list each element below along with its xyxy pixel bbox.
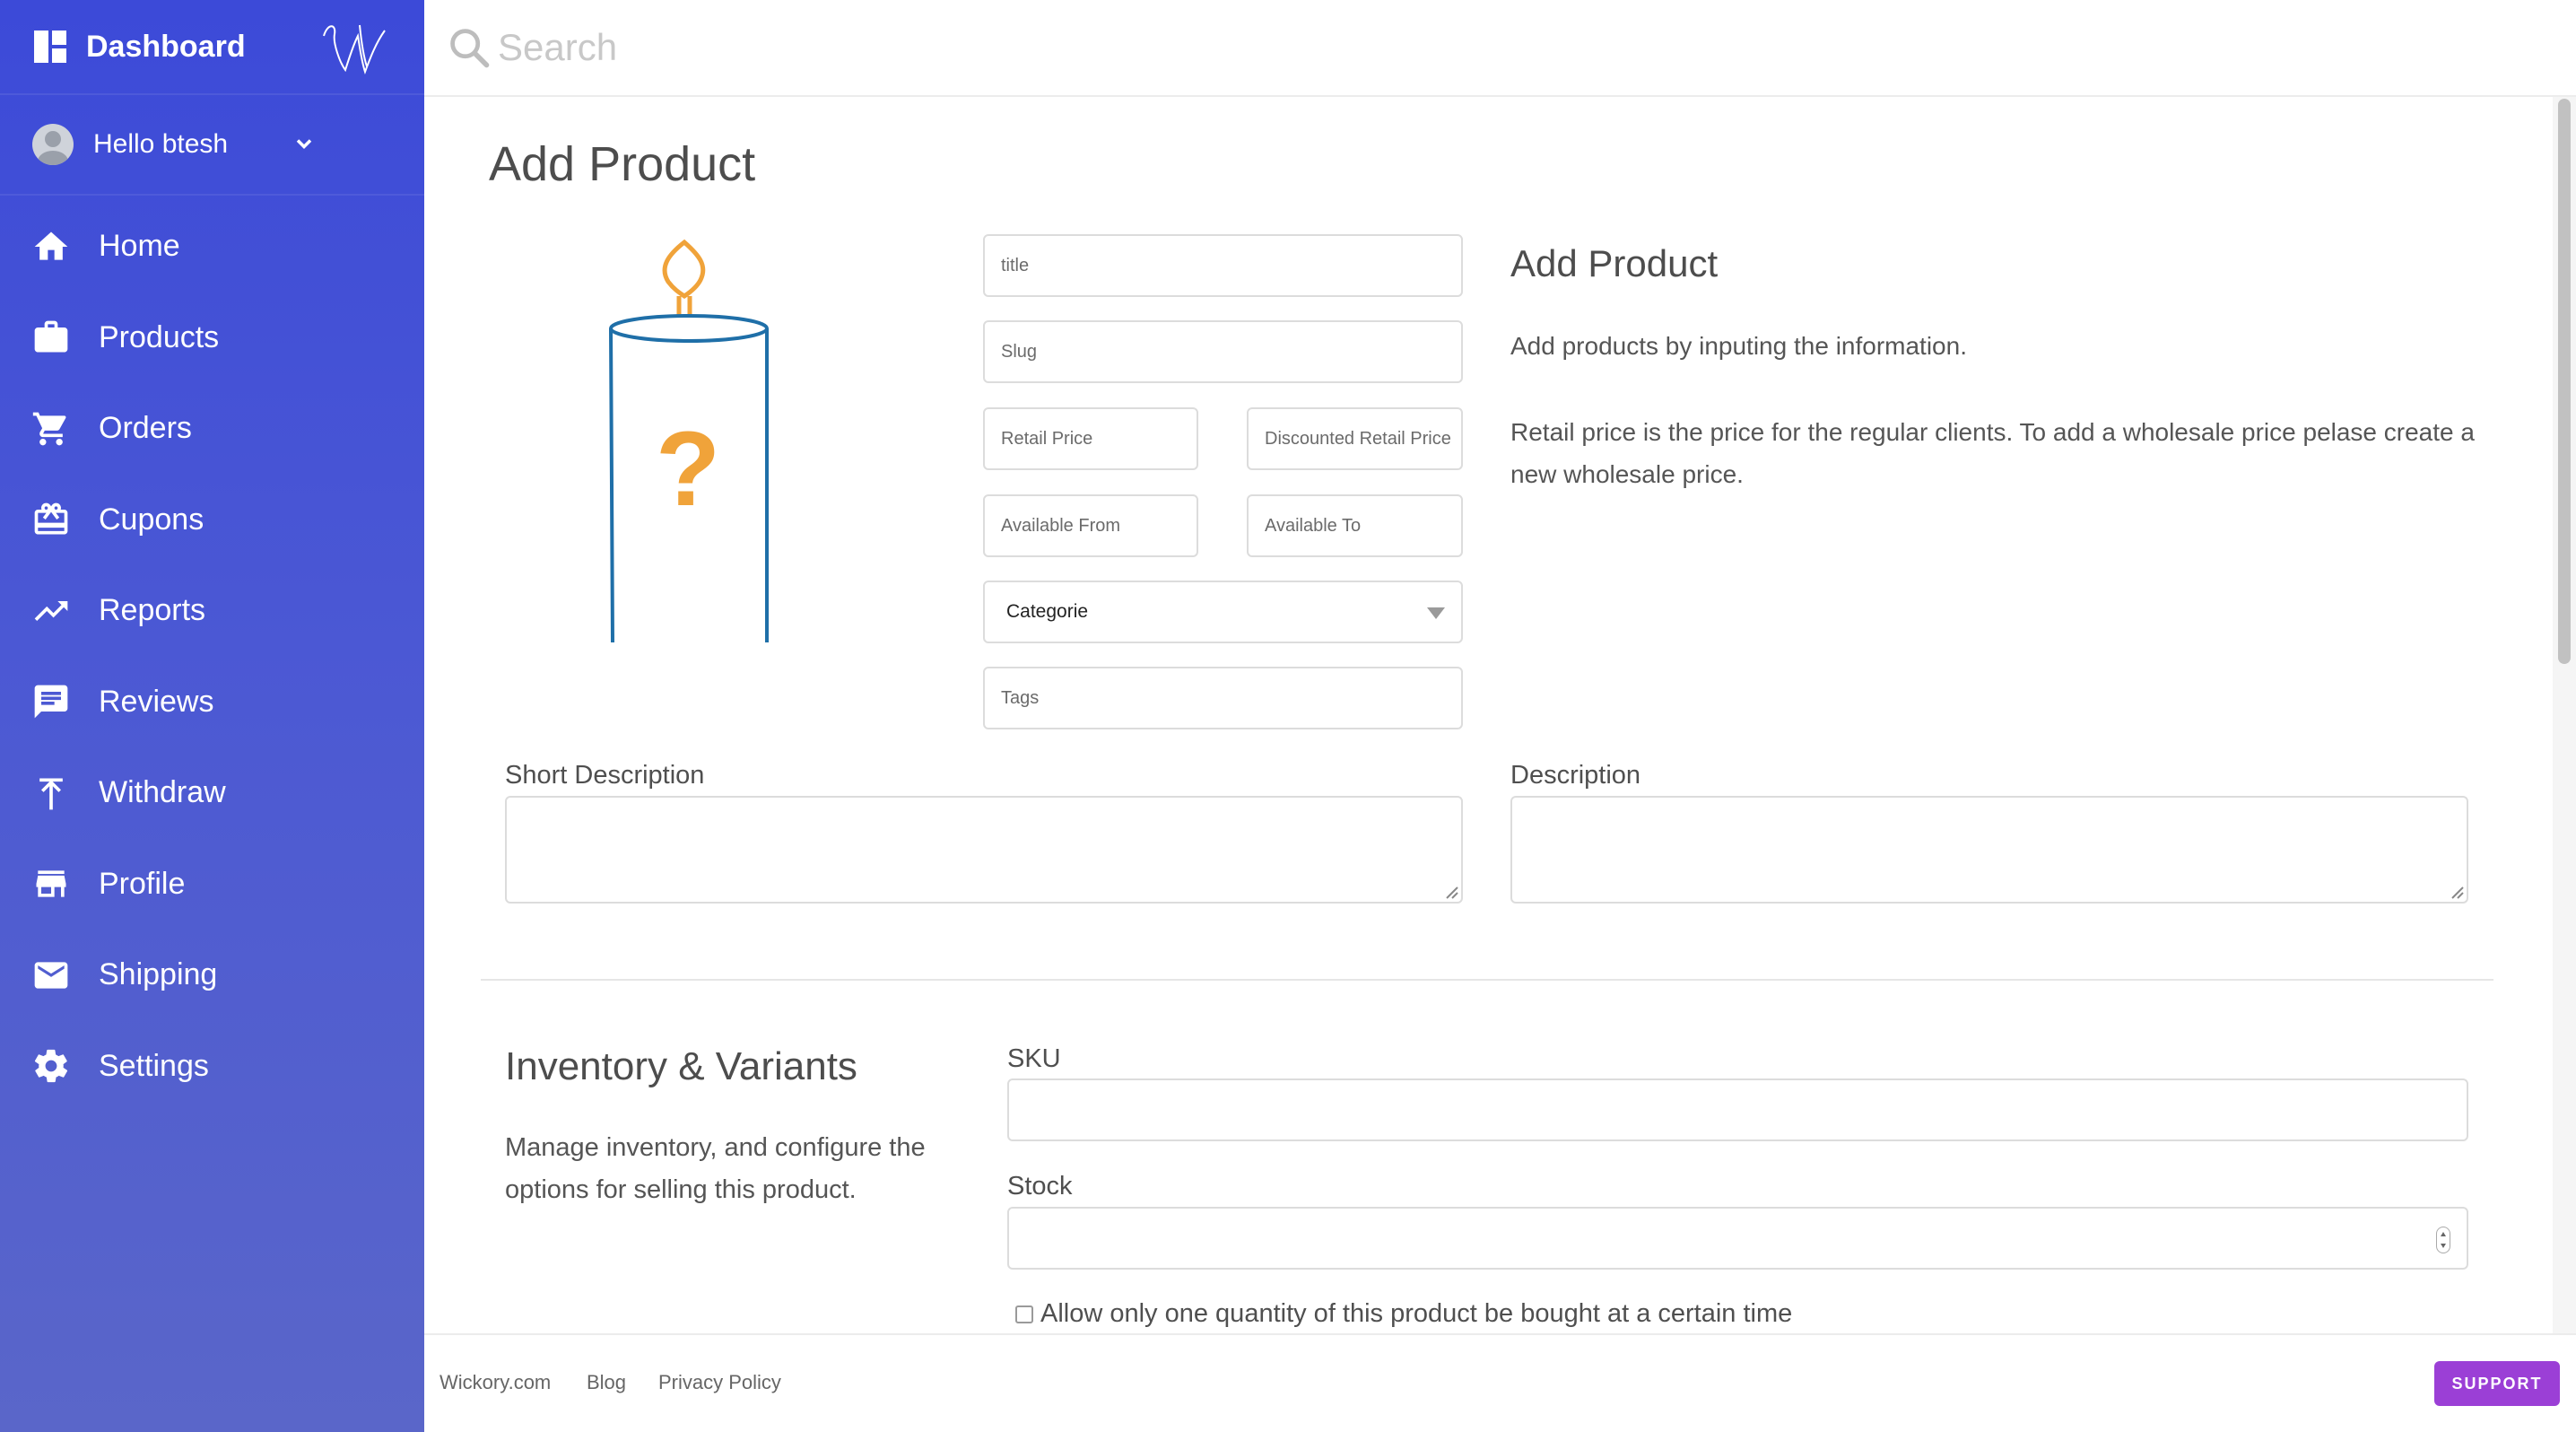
sidebar-item-label: Cupons — [99, 502, 205, 537]
dashboard-icon — [34, 31, 66, 63]
stock-label: Stock — [1007, 1172, 1073, 1201]
sidebar-item-label: Products — [99, 319, 220, 354]
sidebar-item-label: Reviews — [99, 684, 214, 719]
sidebar-item-label: Withdraw — [99, 775, 226, 810]
user-greeting: Hello btesh — [93, 129, 229, 159]
inventory-section-title: Inventory & Variants — [505, 1044, 857, 1088]
description-textarea[interactable] — [1510, 796, 2468, 904]
title-input[interactable] — [983, 234, 1463, 297]
section-divider — [481, 979, 2493, 981]
tags-input[interactable] — [983, 667, 1463, 729]
description-label: Description — [1510, 761, 1641, 790]
trending-up-icon — [30, 590, 72, 632]
available-from-input[interactable] — [983, 494, 1198, 557]
sidebar-item-products[interactable]: Products — [0, 293, 424, 384]
category-select[interactable]: Categorie — [983, 581, 1463, 643]
product-image-placeholder[interactable]: ? — [489, 231, 892, 644]
sidebar-item-label: Orders — [99, 411, 192, 446]
gift-card-icon — [30, 499, 72, 540]
sidebar-item-cupons[interactable]: Cupons — [0, 475, 424, 566]
sidebar-item-label: Reports — [99, 593, 206, 628]
search-input[interactable] — [498, 26, 1126, 69]
single-quantity-checkbox[interactable] — [1015, 1305, 1033, 1323]
store-icon — [30, 863, 72, 904]
gear-icon — [30, 1045, 72, 1087]
single-quantity-label: Allow only one quantity of this product … — [1040, 1299, 1793, 1328]
slug-input[interactable] — [983, 320, 1463, 383]
short-description-textarea[interactable] — [505, 796, 1463, 904]
info-title: Add Product — [1510, 242, 1719, 284]
sidebar-item-orders[interactable]: Orders — [0, 383, 424, 475]
footer-link-wickory[interactable]: Wickory.com — [439, 1371, 551, 1394]
sidebar: Dashboard Hello btesh Home Products Orde… — [0, 0, 424, 1432]
footer-link-blog[interactable]: Blog — [587, 1371, 626, 1394]
info-paragraph: Add products by inputing the information… — [1510, 332, 1967, 360]
svg-text:?: ? — [656, 410, 720, 528]
page-title: Add Product — [489, 137, 756, 191]
cart-icon — [30, 408, 72, 450]
category-selected-value: Categorie — [1006, 601, 1089, 622]
sidebar-item-label: Profile — [99, 866, 186, 901]
caret-down-icon — [1427, 607, 1445, 619]
scrollbar-thumb[interactable] — [2558, 99, 2571, 664]
available-to-input[interactable] — [1247, 494, 1463, 557]
sidebar-item-label: Settings — [99, 1048, 209, 1083]
retail-price-input[interactable] — [983, 407, 1198, 470]
info-paragraph: Retail price is the price for the regula… — [1510, 418, 2475, 488]
search-icon — [450, 29, 490, 68]
upload-arrow-icon — [30, 773, 72, 814]
dashboard-title[interactable]: Dashboard — [86, 30, 246, 65]
footer: Wickory.com Blog Privacy Policy SUPPORT — [424, 1333, 2576, 1432]
briefcase-icon — [30, 317, 72, 358]
discounted-retail-price-input[interactable] — [1247, 407, 1463, 470]
inventory-section-description: Manage inventory, and configure the opti… — [505, 1133, 926, 1204]
resize-grip-icon[interactable] — [2445, 880, 2465, 900]
home-icon — [30, 226, 72, 267]
support-button[interactable]: SUPPORT — [2434, 1361, 2560, 1406]
user-menu[interactable]: Hello btesh — [0, 95, 424, 196]
avatar — [32, 124, 74, 165]
sidebar-item-label: Shipping — [99, 957, 218, 992]
sku-label: SKU — [1007, 1044, 1061, 1073]
mail-icon — [30, 955, 72, 996]
sidebar-item-withdraw[interactable]: Withdraw — [0, 747, 424, 839]
comment-icon — [30, 681, 72, 722]
search-bar — [424, 0, 2576, 97]
stock-input[interactable] — [1007, 1207, 2468, 1270]
sidebar-item-home[interactable]: Home — [0, 201, 424, 293]
sku-input[interactable] — [1007, 1078, 2468, 1141]
resize-grip-icon[interactable] — [1440, 880, 1459, 900]
sidebar-item-shipping[interactable]: Shipping — [0, 930, 424, 1021]
chevron-down-icon[interactable] — [292, 131, 317, 156]
sidebar-item-settings[interactable]: Settings — [0, 1021, 424, 1113]
sidebar-item-reviews[interactable]: Reviews — [0, 657, 424, 748]
short-description-label: Short Description — [505, 761, 705, 790]
sidebar-item-label: Home — [99, 229, 180, 264]
sidebar-nav: Home Products Orders Cupons Reports Revi… — [0, 196, 424, 1112]
sidebar-item-profile[interactable]: Profile — [0, 839, 424, 930]
sidebar-header: Dashboard — [0, 0, 424, 95]
wickory-logo — [323, 24, 386, 74]
sidebar-item-reports[interactable]: Reports — [0, 565, 424, 657]
single-quantity-option[interactable]: Allow only one quantity of this product … — [1015, 1299, 1792, 1329]
stepper-icon[interactable] — [2436, 1227, 2450, 1253]
footer-link-privacy-policy[interactable]: Privacy Policy — [658, 1371, 781, 1394]
